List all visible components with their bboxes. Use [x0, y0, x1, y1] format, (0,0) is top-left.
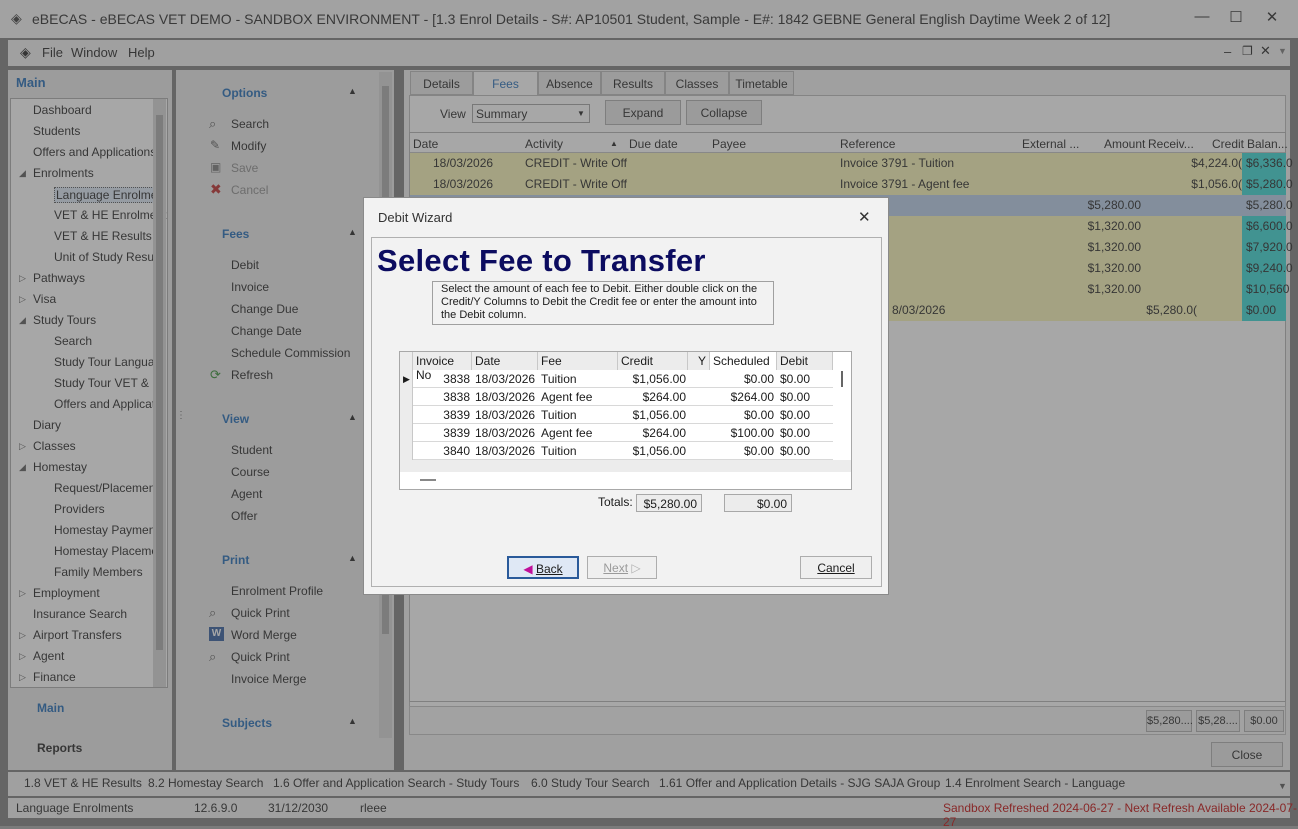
- fee-select-name: Tuition: [541, 372, 577, 386]
- grid-new-row: [400, 460, 851, 472]
- fee-select-scheduled: $0.00: [743, 372, 774, 386]
- col-y[interactable]: Y: [688, 352, 710, 370]
- fee-select-credit[interactable]: $1,056.00: [633, 444, 686, 458]
- back-button[interactable]: ◀ Back: [507, 556, 579, 579]
- fee-select-row[interactable]: 3840 18/03/2026 Tuition $1,056.00 $0.00 $0.00: [413, 442, 833, 460]
- fee-invoice-no: 3839: [443, 408, 470, 422]
- fee-invoice-no: 3838: [443, 390, 470, 404]
- fee-select-scheduled: $100.00: [730, 426, 774, 440]
- back-arrow-icon: ◀: [523, 562, 533, 576]
- next-button[interactable]: Next ▷: [587, 556, 657, 579]
- fee-select-row[interactable]: 3839 18/03/2026 Tuition $1,056.00 $0.00 $0.00: [413, 406, 833, 424]
- back-label: Back: [535, 562, 563, 576]
- total-credit-box: $5,280.00: [636, 494, 702, 512]
- grid-hscroll-thumb[interactable]: [420, 479, 436, 481]
- next-arrow-icon: ▷: [631, 561, 641, 575]
- fee-invoice-no: 3839: [443, 426, 470, 440]
- fee-select-credit[interactable]: $264.00: [643, 390, 686, 404]
- fee-select-scheduled: $0.00: [743, 408, 774, 422]
- fee-select-debit[interactable]: $0.00: [780, 390, 810, 404]
- fee-select-credit[interactable]: $264.00: [643, 426, 686, 440]
- next-label: Next: [603, 561, 629, 575]
- wizard-instructions: Select the amount of each fee to Debit. …: [432, 281, 774, 325]
- fee-select-date: 18/03/2026: [475, 408, 536, 422]
- col-invoice-no[interactable]: Invoice No: [413, 352, 472, 382]
- cancel-label: Cancel: [817, 561, 855, 575]
- fee-select-debit[interactable]: $0.00: [780, 444, 810, 458]
- total-debit-box: $0.00: [724, 494, 792, 512]
- wizard-heading: Select Fee to Transfer: [377, 243, 706, 278]
- fee-select-grid: Invoice No Date Fee Credit Y Scheduled D…: [399, 351, 852, 490]
- fee-select-row[interactable]: 3838 18/03/2026 Agent fee $264.00 $264.00 $0.…: [413, 388, 833, 406]
- col-fee[interactable]: Fee: [538, 352, 618, 370]
- col-fee-credit[interactable]: Credit: [618, 352, 688, 370]
- fee-select-name: Tuition: [541, 408, 577, 422]
- fee-select-date: 18/03/2026: [475, 444, 536, 458]
- fee-select-name: Agent fee: [541, 390, 593, 404]
- debit-wizard-dialog: Debit Wizard ✕ Select Fee to Transfer Se…: [363, 197, 889, 595]
- fee-select-debit[interactable]: $0.00: [780, 408, 810, 422]
- col-debit[interactable]: Debit: [777, 352, 833, 370]
- fee-select-date: 18/03/2026: [475, 372, 536, 386]
- row-header-corner: [400, 352, 413, 370]
- dialog-title: Debit Wizard: [378, 210, 453, 225]
- col-fee-date[interactable]: Date: [472, 352, 538, 370]
- fee-select-scheduled: $0.00: [743, 444, 774, 458]
- current-row-icon: ▶: [403, 374, 410, 384]
- fee-select-debit[interactable]: $0.00: [780, 372, 810, 386]
- fee-select-debit[interactable]: $0.00: [780, 426, 810, 440]
- fee-invoice-no: 3840: [443, 444, 470, 458]
- fee-select-name: Agent fee: [541, 426, 593, 440]
- fee-select-credit[interactable]: $1,056.00: [633, 408, 686, 422]
- fee-select-row[interactable]: 3838 18/03/2026 Tuition $1,056.00 $0.00 $0.00: [413, 370, 833, 388]
- col-scheduled[interactable]: Scheduled: [710, 352, 777, 370]
- fee-select-date: 18/03/2026: [475, 426, 536, 440]
- fee-select-date: 18/03/2026: [475, 390, 536, 404]
- dialog-cancel-button[interactable]: Cancel: [800, 556, 872, 579]
- dialog-close-icon[interactable]: ✕: [858, 208, 871, 226]
- totals-label: Totals:: [598, 495, 633, 509]
- fee-select-scheduled: $264.00: [730, 390, 774, 404]
- fee-select-row[interactable]: 3839 18/03/2026 Agent fee $264.00 $100.00 $0.…: [413, 424, 833, 442]
- fee-invoice-no: 3838: [443, 372, 470, 386]
- fee-select-credit[interactable]: $1,056.00: [633, 372, 686, 386]
- grid-vscroll-thumb[interactable]: [841, 371, 843, 387]
- fee-select-name: Tuition: [541, 444, 577, 458]
